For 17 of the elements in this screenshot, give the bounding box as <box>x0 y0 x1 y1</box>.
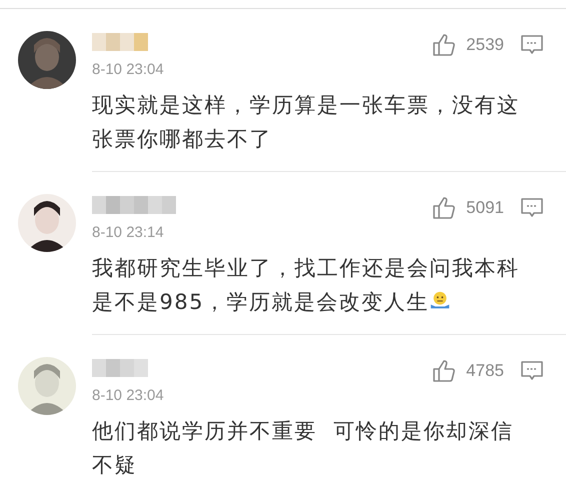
like-button[interactable]: 2539 <box>432 33 504 57</box>
blurred-name <box>92 357 148 379</box>
comment-icon[interactable] <box>520 197 544 219</box>
like-button[interactable]: 5091 <box>432 196 504 220</box>
thumbs-up-icon <box>432 359 456 383</box>
thumbs-up-icon <box>432 196 456 220</box>
comment-icon[interactable] <box>520 360 544 382</box>
comment-text: 他们都说学历并不重要 可怜的是你却深信不疑 <box>92 418 514 479</box>
comment-icon[interactable] <box>520 34 544 56</box>
comment-time: 8-10 23:04 <box>92 387 164 404</box>
blurred-name <box>92 31 148 53</box>
like-button[interactable]: 4785 <box>432 359 504 383</box>
comment-text: 现实就是这样，学历算是一张车票，没有这张票你哪都去不了 <box>92 92 520 153</box>
thumbs-up-icon <box>432 33 456 57</box>
comment-text: 我都研究生毕业了，找工作还是会问我本科是不是985，学历就是会改变人生 <box>92 255 520 316</box>
comment-time: 8-10 23:04 <box>92 61 164 78</box>
comment-time: 8-10 23:14 <box>92 224 165 241</box>
